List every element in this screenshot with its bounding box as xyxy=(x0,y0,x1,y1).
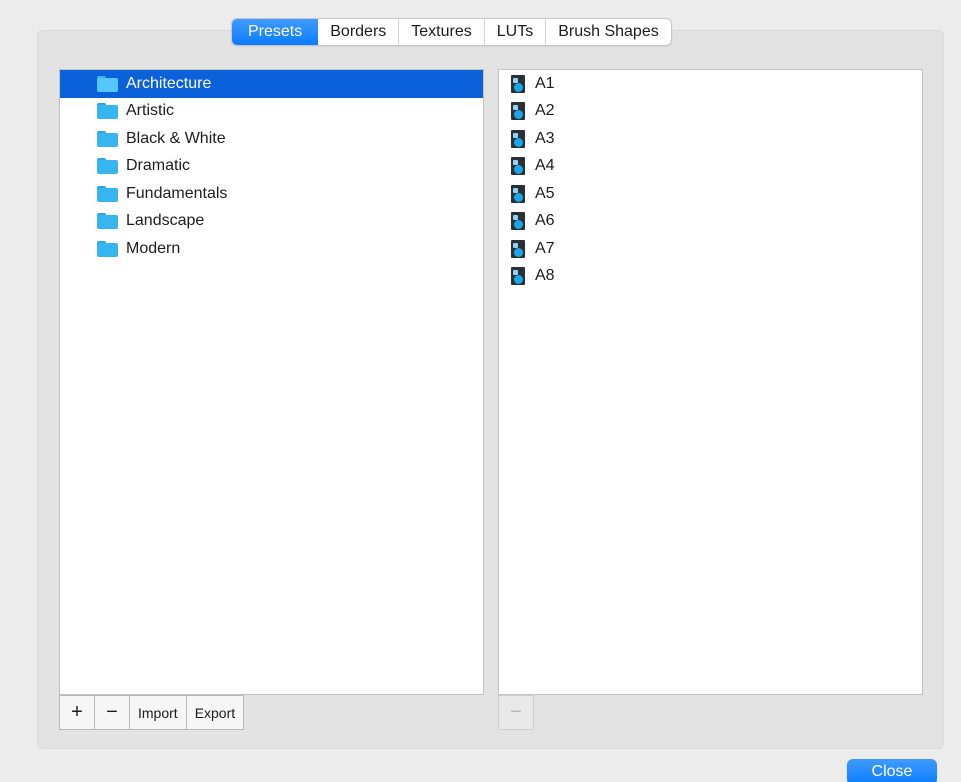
preset-item-label: A5 xyxy=(535,184,555,202)
add-folder-button[interactable]: + xyxy=(59,695,95,730)
preset-item[interactable]: A7 xyxy=(499,235,922,263)
folder-item[interactable]: Black & White xyxy=(60,125,483,153)
preset-item-label: A4 xyxy=(535,157,555,175)
folder-item-label: Black & White xyxy=(126,129,226,147)
folder-item[interactable]: Dramatic xyxy=(60,153,483,181)
preset-manager-window: Presets Borders Textures LUTs Brush Shap… xyxy=(0,0,961,782)
tab-bar: Presets Borders Textures LUTs Brush Shap… xyxy=(231,18,672,46)
folder-icon xyxy=(97,103,118,120)
folder-item[interactable]: Architecture xyxy=(60,70,483,98)
preset-file-icon xyxy=(510,157,526,176)
preset-list[interactable]: A1 A2 A3 A4 A5 A6 A7 A8 xyxy=(498,69,923,695)
folder-icon xyxy=(97,158,118,175)
folder-icon xyxy=(97,130,118,147)
tab-presets[interactable]: Presets xyxy=(232,19,319,45)
tab-textures[interactable]: Textures xyxy=(398,19,483,45)
preset-file-icon xyxy=(510,74,526,93)
folder-list[interactable]: Architecture Artistic Black & White Dramati… xyxy=(59,69,484,695)
tab-borders[interactable]: Borders xyxy=(318,19,398,45)
folder-item-label: Fundamentals xyxy=(126,184,228,202)
preset-item-label: A7 xyxy=(535,239,555,257)
folder-item-label: Landscape xyxy=(126,212,205,230)
preset-item[interactable]: A1 xyxy=(499,70,922,98)
preset-item-label: A2 xyxy=(535,102,555,120)
preset-file-icon xyxy=(510,102,526,121)
preset-file-icon xyxy=(510,239,526,258)
folder-icon xyxy=(97,240,118,257)
preset-item[interactable]: A3 xyxy=(499,125,922,153)
preset-file-icon xyxy=(510,129,526,148)
remove-folder-button[interactable]: − xyxy=(94,695,130,730)
preset-item[interactable]: A4 xyxy=(499,153,922,181)
close-button[interactable]: Close xyxy=(847,759,937,782)
tab-luts[interactable]: LUTs xyxy=(483,19,545,45)
preset-file-icon xyxy=(510,184,526,203)
folder-item[interactable]: Artistic xyxy=(60,98,483,126)
export-button[interactable]: Export xyxy=(185,695,245,730)
preset-item[interactable]: A5 xyxy=(499,180,922,208)
folder-item[interactable]: Landscape xyxy=(60,208,483,236)
preset-file-icon xyxy=(510,212,526,231)
folder-icon xyxy=(97,185,118,202)
folder-item[interactable]: Fundamentals xyxy=(60,180,483,208)
preset-toolbar: − xyxy=(498,695,534,732)
folder-icon xyxy=(97,75,118,92)
tab-brush-shapes[interactable]: Brush Shapes xyxy=(545,19,671,45)
folder-toolbar: + − Import Export xyxy=(59,695,245,732)
folder-item-label: Artistic xyxy=(126,102,174,120)
preset-item-label: A6 xyxy=(535,212,555,230)
preset-item-label: A8 xyxy=(535,267,555,285)
folder-item-label: Architecture xyxy=(126,74,212,92)
folder-icon xyxy=(97,213,118,230)
folder-item-label: Dramatic xyxy=(126,157,191,175)
preset-item-label: A3 xyxy=(535,129,555,147)
preset-item[interactable]: A2 xyxy=(499,98,922,126)
preset-item-label: A1 xyxy=(535,74,555,92)
folder-item-label: Modern xyxy=(126,239,181,257)
import-button[interactable]: Import xyxy=(129,695,187,730)
preset-item[interactable]: A8 xyxy=(499,263,922,291)
preset-file-icon xyxy=(510,267,526,286)
folder-item[interactable]: Modern xyxy=(60,235,483,263)
preset-item[interactable]: A6 xyxy=(499,208,922,236)
remove-preset-button[interactable]: − xyxy=(498,695,534,730)
